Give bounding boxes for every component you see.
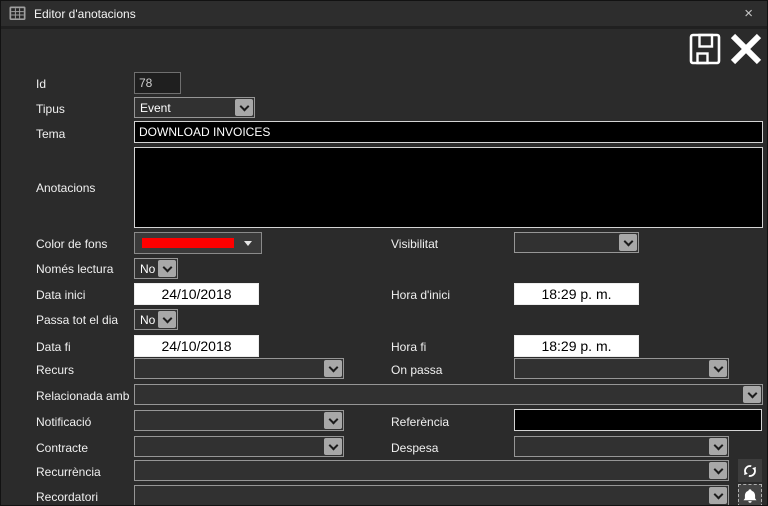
chevron-down-icon [324,438,342,455]
passa-tot-el-dia-selected-value: No [140,312,156,327]
hora-inici-field[interactable] [514,283,639,305]
nomes-lectura-select[interactable]: No [134,258,178,279]
close-icon[interactable]: × [744,6,753,21]
referencia-field[interactable] [514,409,762,431]
relacionada-amb-select[interactable] [134,384,763,405]
chevron-down-icon [743,386,761,403]
refresh-icon [744,464,756,477]
visibilitat-select[interactable] [514,232,639,253]
field-label-referencia: Referència [391,415,450,429]
chevron-down-icon [158,260,176,277]
field-label-tema: Tema [36,127,66,141]
chevron-down-icon [709,462,727,479]
tipus-selected-value: Event [140,100,171,115]
field-label-data-inici: Data inici [36,288,86,302]
field-label-anotacions: Anotacions [36,181,96,195]
on-passa-select[interactable] [514,358,729,379]
save-button[interactable] [686,30,724,68]
contracte-select[interactable] [134,436,344,457]
chevron-down-icon [324,360,342,377]
field-label-tipus: Tipus [36,102,65,116]
field-label-visibilitat: Visibilitat [391,237,439,251]
field-label-recurrencia: Recurrència [36,465,101,479]
recurs-select[interactable] [134,358,344,379]
data-fi-field[interactable] [134,335,259,357]
reminder-bell-button[interactable] [738,484,762,505]
chevron-down-icon [619,234,637,251]
field-label-id: Id [36,77,47,91]
chevron-down-icon [709,487,727,504]
field-label-despesa: Despesa [391,441,439,455]
field-label-passa-tot-el-dia: Passa tot el dia [36,313,119,327]
anotacions-textarea[interactable] [134,147,763,228]
recurrence-refresh-button[interactable] [738,459,762,482]
tipus-select[interactable]: Event [134,97,255,118]
chevron-down-icon [324,412,342,429]
field-label-hora-fi: Hora fi [391,340,427,354]
annotation-editor-window: Editor d'anotacions × Id Tipus Event Tem… [0,0,768,506]
x-icon [730,33,762,65]
field-label-contracte: Contracte [36,441,89,455]
field-label-color-de-fons: Color de fons [36,237,108,251]
floppy-disk-icon [689,33,721,65]
window-title: Editor d'anotacions [34,6,136,21]
field-label-hora-inici: Hora d'inici [391,288,450,302]
passa-tot-el-dia-select[interactable]: No [134,309,178,330]
chevron-down-icon [709,360,727,377]
table-grid-icon [9,6,26,21]
color-swatch-red [142,238,234,248]
field-label-recordatori: Recordatori [36,490,99,504]
chevron-down-icon [235,99,253,116]
titlebar: Editor d'anotacions × [1,1,767,29]
notificacio-select[interactable] [134,410,344,431]
recurrencia-select[interactable] [134,460,729,481]
bell-icon [743,488,757,503]
despesa-select[interactable] [514,436,729,457]
cancel-button[interactable] [725,28,767,70]
field-label-relacionada-amb: Relacionada amb [36,389,130,403]
data-inici-field[interactable] [134,283,259,305]
background-color-select[interactable] [134,232,262,254]
tema-field[interactable] [134,121,763,143]
field-label-data-fi: Data fi [36,340,71,354]
recordatori-select[interactable] [134,485,729,505]
field-label-on-passa: On passa [391,363,443,377]
id-field[interactable] [134,72,181,94]
field-label-notificacio: Notificació [36,415,92,429]
field-label-nomes-lectura: Només lectura [36,262,114,276]
nomes-lectura-selected-value: No [140,261,156,276]
chevron-down-icon [244,240,252,246]
chevron-down-icon [158,311,176,328]
chevron-down-icon [709,438,727,455]
hora-fi-field[interactable] [514,335,639,357]
field-label-recurs: Recurs [36,363,75,377]
